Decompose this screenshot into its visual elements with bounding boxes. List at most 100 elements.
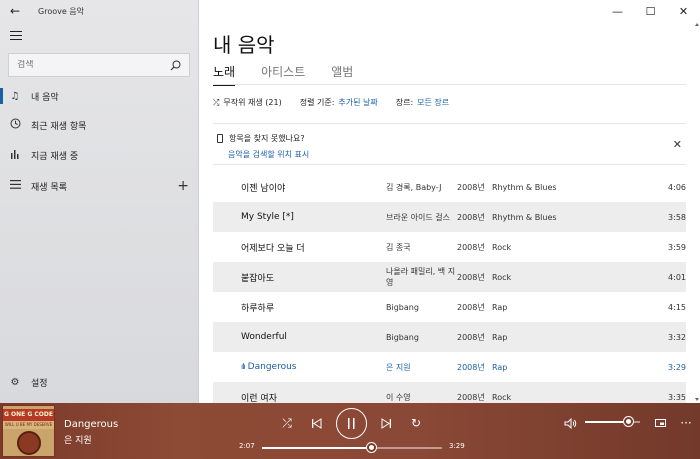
clock-icon	[9, 118, 21, 132]
search-box[interactable]	[8, 53, 190, 77]
shuffle-icon[interactable]: ⤮	[213, 98, 219, 108]
song-title[interactable]: 이런 여자	[213, 391, 358, 404]
sidebar-item-my-music[interactable]: ♫ 내 음악	[0, 85, 199, 107]
song-artist[interactable]: 김 종국	[358, 242, 457, 253]
player-bar: G ONE G CODE WILL U BE MY DESERVE Danger…	[0, 403, 700, 459]
song-year: 2008년	[457, 392, 492, 403]
now-playing-artist[interactable]: 은 지원	[64, 433, 92, 446]
seek-thumb[interactable]	[366, 443, 376, 452]
song-artist[interactable]: 브라운 아이드 걸스	[358, 212, 457, 223]
next-icon[interactable]	[376, 413, 396, 433]
song-title[interactable]: Wonderful	[213, 332, 358, 342]
song-year-text: 2008년	[457, 392, 485, 402]
song-row[interactable]: 하루하루 Bigbang 2008년 Rap 4:15	[213, 292, 686, 322]
song-row[interactable]: 어제보다 오늘 더 김 종국 2008년 Rock 3:59	[213, 232, 686, 262]
search-icon[interactable]	[170, 60, 181, 71]
minimize-icon[interactable]: —	[601, 0, 634, 22]
sidebar-item-settings[interactable]: ⚙ 설정	[0, 371, 199, 393]
notice-text: 항목을 찾지 못했나요?	[229, 134, 305, 143]
song-title[interactable]: 이젠 남이야	[213, 181, 358, 194]
sidebar-item-recent[interactable]: 최근 재생 항목	[0, 114, 199, 136]
pause-button[interactable]	[336, 408, 367, 439]
add-playlist-icon[interactable]: +	[177, 178, 189, 194]
song-artist[interactable]: 나올라 패밀리, 백 지영	[358, 266, 457, 288]
song-row[interactable]: My Style [*] 브라운 아이드 걸스 2008년 Rhythm & Blue…	[213, 202, 686, 232]
close-icon[interactable]: ✕	[667, 0, 700, 22]
tab-albums[interactable]: 앨범	[331, 63, 353, 86]
song-title[interactable]: 하루하루	[213, 301, 358, 314]
close-icon[interactable]: ✕	[673, 138, 682, 151]
song-genre: Rhythm & Blues	[492, 213, 642, 222]
sidebar-item-label: 내 음악	[31, 92, 59, 103]
song-row[interactable]: 이젠 남이야 김 경록, Baby-J 2008년 Rhythm & Blues 4:0…	[213, 172, 686, 202]
song-row[interactable]: ılı Dangerous 은 지원 2008년 Rap 3:29	[213, 352, 686, 382]
song-year: 2008년	[457, 362, 492, 373]
song-title[interactable]: My Style [*]	[213, 212, 358, 222]
sidebar: ← Groove 음악 ♫ 내 음악 최근 재생 항목 지금 재생 중 재생 목…	[0, 0, 199, 403]
song-artist-text: 브라운 아이드 걸스	[386, 212, 450, 222]
sidebar-item-now-playing[interactable]: 지금 재생 중	[0, 144, 199, 166]
song-title-text: 이젠 남이야	[241, 183, 286, 194]
song-artist[interactable]: Bigbang	[358, 333, 457, 342]
song-artist[interactable]: 김 경록, Baby-J	[358, 182, 457, 193]
song-artist[interactable]: Bigbang	[358, 303, 457, 312]
song-artist-text: 나올라 패밀리, 백 지영	[386, 267, 456, 287]
song-artist-text: 김 경록, Baby-J	[386, 182, 442, 192]
song-duration: 3:29	[642, 363, 686, 372]
equalizer-icon	[9, 149, 21, 162]
song-duration-text: 3:58	[668, 212, 686, 222]
previous-icon[interactable]	[306, 413, 326, 433]
genre-dropdown[interactable]: 모든 장르	[417, 97, 449, 108]
tab-artists[interactable]: 아티스트	[261, 63, 305, 86]
mini-player-icon[interactable]	[650, 413, 670, 433]
song-year: 2008년	[457, 272, 492, 283]
hamburger-menu-icon[interactable]	[10, 31, 22, 41]
volume-icon[interactable]	[560, 413, 580, 433]
song-genre: Rap	[492, 303, 642, 312]
song-genre: Rap	[492, 363, 642, 372]
choose-music-location-link[interactable]: 음악을 검색할 위치 표시	[228, 149, 686, 160]
song-title[interactable]: ılı Dangerous	[213, 362, 358, 372]
song-row[interactable]: 붙잡아도 나올라 패밀리, 백 지영 2008년 Rock 4:01	[213, 262, 686, 292]
search-input[interactable]	[17, 60, 157, 70]
tab-bar: 노래 아티스트 앨범	[213, 63, 353, 86]
song-duration: 3:35	[642, 393, 686, 402]
sort-dropdown[interactable]: 추가된 날짜	[338, 97, 377, 108]
song-title-text: My Style [*]	[241, 212, 294, 222]
song-row[interactable]: Wonderful Bigbang 2008년 Rap 3:32	[213, 322, 686, 352]
song-title-text: Dangerous	[247, 362, 297, 372]
volume-slider[interactable]	[585, 417, 640, 426]
sort-label: 정렬 기준:	[299, 98, 335, 107]
song-title-text: 붙잡아도	[241, 273, 275, 284]
song-duration-text: 4:06	[668, 182, 686, 192]
song-duration-text: 4:15	[668, 302, 686, 312]
song-title[interactable]: 어제보다 오늘 더	[213, 241, 358, 254]
shuffle-all-button[interactable]: 무작위 재생 (21)	[223, 97, 281, 108]
more-options-icon[interactable]: ···	[676, 413, 696, 433]
seek-slider[interactable]	[262, 443, 442, 452]
scrollbar[interactable]	[694, 22, 700, 403]
album-art-portrait	[17, 431, 41, 455]
song-genre: Rock	[492, 243, 642, 252]
song-year-text: 2008년	[457, 302, 485, 312]
song-artist[interactable]: 이 수영	[358, 392, 457, 403]
back-arrow-icon[interactable]: ←	[10, 4, 22, 18]
album-art-title: G ONE G CODE	[3, 409, 54, 421]
song-genre-text: Rap	[492, 332, 508, 342]
sidebar-item-playlists[interactable]: 재생 목록 +	[0, 175, 199, 197]
maximize-icon[interactable]: ☐	[634, 0, 667, 22]
volume-thumb[interactable]	[624, 417, 633, 426]
album-art[interactable]: G ONE G CODE WILL U BE MY DESERVE	[2, 405, 55, 457]
shuffle-icon[interactable]: ⤮	[277, 413, 297, 433]
list-icon	[9, 180, 21, 192]
song-year: 2008년	[457, 212, 492, 223]
pause-icon	[348, 418, 355, 429]
song-year-text: 2008년	[457, 272, 485, 282]
song-title[interactable]: 붙잡아도	[213, 271, 358, 284]
song-artist[interactable]: 은 지원	[358, 362, 457, 373]
album-art-subtitle: WILL U BE MY DESERVE	[3, 421, 54, 429]
tab-songs[interactable]: 노래	[213, 63, 236, 86]
song-genre-text: Rap	[492, 362, 508, 372]
now-playing-title[interactable]: Dangerous	[64, 419, 118, 430]
repeat-icon[interactable]: ↻	[406, 413, 426, 433]
